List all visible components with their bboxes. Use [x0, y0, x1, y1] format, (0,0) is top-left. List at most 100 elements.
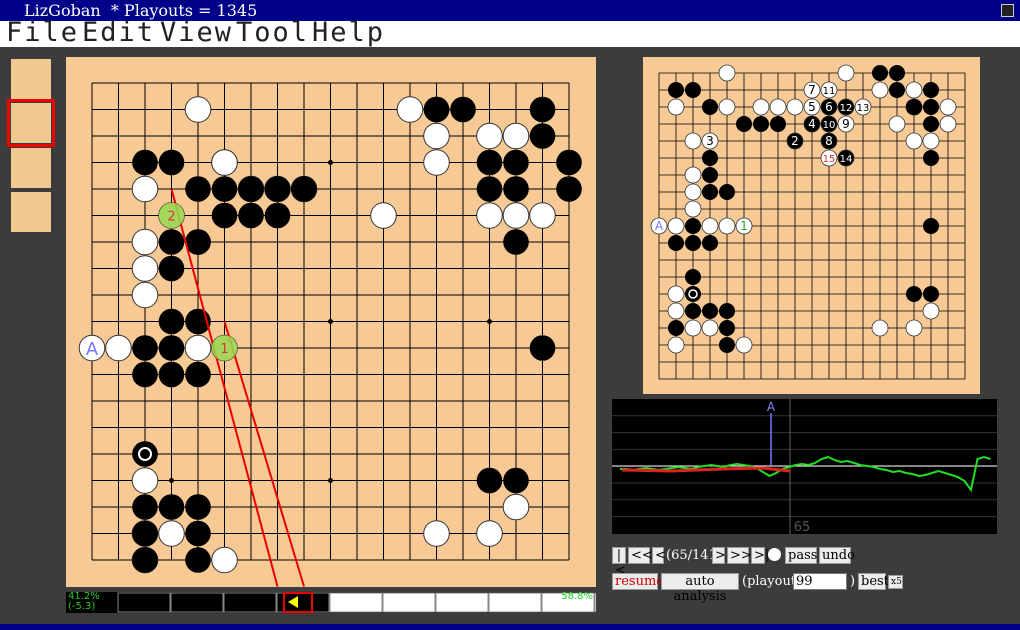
bottom-bar: [0, 624, 1020, 630]
last-move-button[interactable]: >|: [751, 547, 769, 564]
main-board-svg[interactable]: 1 2 A: [66, 57, 596, 587]
white-stone: [667, 98, 685, 116]
x5-button[interactable]: x5: [888, 575, 903, 589]
game-thumbnail-1[interactable]: [11, 59, 51, 99]
game-thumbnail-3[interactable]: [11, 148, 51, 188]
winrate-graph-svg[interactable]: A 65: [612, 399, 997, 535]
winrate-bar-cell: [382, 592, 436, 613]
white-stone: [871, 81, 889, 99]
white-stone: [105, 334, 132, 362]
move-number-label: 7: [808, 83, 816, 97]
black-stone: [158, 149, 185, 176]
winrate-bar-cell: [329, 592, 383, 613]
playouts-input[interactable]: [793, 573, 847, 590]
turn-indicator-icon: [768, 548, 781, 561]
white-stone: [837, 64, 855, 82]
main-go-board[interactable]: 1 2 A: [66, 57, 596, 587]
undo-button[interactable]: undo: [819, 547, 855, 564]
black-stone: [923, 116, 939, 132]
back-10-button[interactable]: <<: [628, 547, 653, 564]
black-stone: [719, 303, 735, 319]
game-thumbnail-2[interactable]: [7, 99, 55, 147]
black-stone: [211, 202, 238, 229]
black-stone: [906, 99, 922, 115]
menu-help[interactable]: Help: [312, 17, 385, 48]
black-stone: [719, 320, 735, 336]
black-stone: [923, 218, 939, 234]
mini-board-svg[interactable]: 7 11 5 6 12 13 4 10 9 3 2 8 15 14 1 A: [643, 57, 980, 394]
black-stone: [923, 286, 939, 302]
white-stone: [939, 98, 957, 116]
winrate-bar-cell: [170, 592, 224, 613]
black-stone: [719, 337, 735, 353]
white-stone: [476, 520, 503, 547]
move-number-label: 13: [857, 103, 870, 114]
menu-file[interactable]: File: [6, 17, 79, 48]
black-stone: [503, 229, 529, 255]
graph-marker-label: A: [767, 400, 776, 414]
white-stone: [718, 98, 736, 116]
white-stone: [735, 336, 753, 354]
black-stone: [132, 494, 158, 520]
winrate-graph[interactable]: A 65: [612, 399, 997, 535]
black-stone: [264, 202, 291, 229]
white-stone: [396, 96, 424, 123]
black-stone: [872, 65, 888, 81]
black-stone: [211, 176, 238, 202]
pass-button[interactable]: pass: [785, 547, 817, 564]
forward-button[interactable]: >: [712, 547, 726, 564]
black-stone: [702, 184, 718, 200]
black-stone: [906, 286, 922, 302]
menu-tool[interactable]: Tool: [236, 17, 309, 48]
back-button[interactable]: <: [652, 547, 666, 564]
white-stone: [905, 319, 923, 337]
black-stone: [702, 303, 718, 319]
close-window-icon[interactable]: [1001, 4, 1014, 17]
forward-10-button[interactable]: >>: [727, 547, 752, 564]
game-thumbnail-4[interactable]: [11, 192, 51, 232]
winrate-bar-cell: [435, 592, 489, 613]
white-stone: [701, 217, 719, 235]
white-stone: [684, 183, 702, 201]
white-stone: [667, 285, 685, 303]
white-stone: [211, 546, 238, 574]
move-number-label: 11: [823, 86, 836, 97]
winrate-bar-cell: [488, 592, 542, 613]
black-stone: [185, 361, 211, 388]
black-stone: [158, 494, 185, 520]
winrate-right-percent: 58.8%: [561, 591, 593, 602]
black-stone: [923, 99, 939, 115]
mini-go-board[interactable]: 7 11 5 6 12 13 4 10 9 3 2 8 15 14 1 A: [643, 57, 980, 394]
black-stone: [132, 547, 158, 573]
auto-analysis-button[interactable]: auto analysis: [661, 573, 739, 604]
white-stone: [752, 98, 770, 116]
black-stone: [132, 520, 158, 547]
black-stone: [476, 176, 503, 202]
marked-stone: [685, 286, 701, 302]
black-stone: [158, 229, 185, 255]
move-number-label: 1: [740, 219, 748, 233]
white-stone: [370, 202, 397, 229]
black-stone: [264, 176, 291, 202]
menu-edit[interactable]: Edit: [82, 17, 155, 48]
move-number-label: 14: [840, 154, 853, 165]
move-number-label: 9: [842, 117, 850, 131]
white-stone: [423, 520, 450, 547]
last-move-stone: [132, 441, 158, 467]
black-stone: [719, 184, 735, 200]
white-stone: [184, 334, 212, 362]
best-button[interactable]: best: [858, 573, 889, 590]
white-stone: [502, 493, 530, 521]
menu-view[interactable]: View: [160, 17, 233, 48]
black-stone: [702, 150, 718, 166]
star-point: [169, 478, 174, 483]
white-stone: [718, 64, 736, 82]
first-move-button[interactable]: |<: [612, 547, 626, 578]
black-stone: [889, 82, 905, 98]
black-stone: [685, 235, 701, 251]
star-point: [487, 319, 492, 324]
white-stone: [158, 520, 185, 547]
black-stone: [503, 467, 529, 494]
resume-button[interactable]: resume: [612, 573, 664, 590]
white-stone: [423, 122, 450, 150]
